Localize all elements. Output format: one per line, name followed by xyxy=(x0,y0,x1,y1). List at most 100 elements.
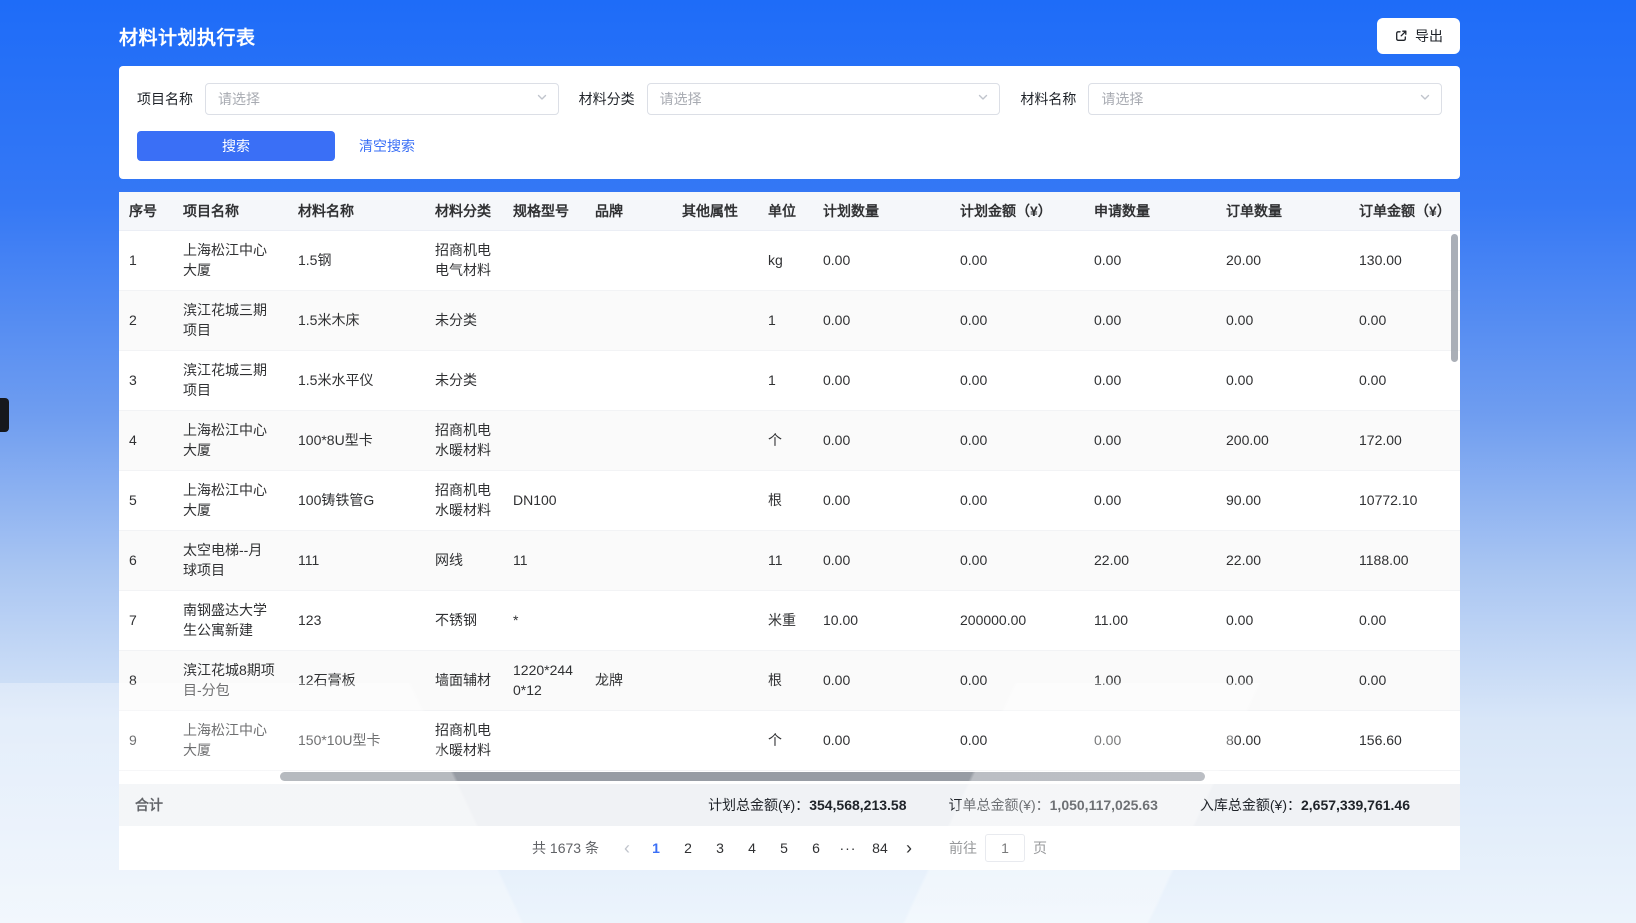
column-header: 订单数量 xyxy=(1216,192,1349,230)
page-button-84[interactable]: 84 xyxy=(865,833,895,863)
table-cell: 墙面辅材 xyxy=(425,650,503,710)
table-cell: 0.00 xyxy=(950,350,1084,410)
table-cell: 1.5米木床 xyxy=(288,290,425,350)
table-cell: 0.00 xyxy=(1084,410,1216,470)
pager-prev-button[interactable]: ‹ xyxy=(613,833,641,863)
material-name-placeholder: 请选择 xyxy=(1101,89,1143,109)
table-cell: 招商机电水暖材料 xyxy=(425,710,503,770)
table-row[interactable]: 7南钢盛达大学生公寓新建123不锈钢*米重10.00200000.0011.00… xyxy=(119,590,1460,650)
page-button-1[interactable]: 1 xyxy=(641,833,671,863)
table-cell: 90.00 xyxy=(1216,470,1349,530)
table-cell: 0.00 xyxy=(813,230,950,290)
table-cell xyxy=(585,230,672,290)
pager-more[interactable]: ··· xyxy=(833,833,863,863)
table-cell: 0.00 xyxy=(950,410,1084,470)
table-row[interactable]: 2滨江花城三期项目1.5米木床未分类10.000.000.000.000.00 xyxy=(119,290,1460,350)
table-cell: 22.00 xyxy=(1216,530,1349,590)
table-cell: 上海松江中心大厦 xyxy=(173,230,288,290)
pager-pages: 123456···84 xyxy=(641,833,895,863)
table-cell: 根 xyxy=(758,470,813,530)
data-table-card: 序号项目名称材料名称材料分类规格型号品牌其他属性单位计划数量计划金额（¥）申请数… xyxy=(119,192,1460,784)
table-cell: 0.00 xyxy=(1084,470,1216,530)
material-category-select[interactable]: 请选择 xyxy=(647,83,1001,115)
table-cell: 0.00 xyxy=(813,410,950,470)
summary-total-label: 合计 xyxy=(135,795,163,815)
table-row[interactable]: 8滨江花城8期项目-分包12石膏板墙面辅材1220*2440*12龙牌根0.00… xyxy=(119,650,1460,710)
pager-next-button[interactable]: › xyxy=(895,833,923,863)
table-cell: 1188.00 xyxy=(1349,530,1460,590)
table-cell xyxy=(672,230,758,290)
material-name-select[interactable]: 请选择 xyxy=(1088,83,1442,115)
table-cell xyxy=(503,290,585,350)
order-total-amount: 订单总金额(¥)： 1,050,117,025.63 xyxy=(949,795,1158,815)
search-button[interactable]: 搜索 xyxy=(137,131,335,161)
material-category-label: 材料分类 xyxy=(579,89,635,109)
vertical-scrollbar-thumb[interactable] xyxy=(1451,234,1458,362)
sidebar-collapse-handle[interactable] xyxy=(0,398,9,432)
planned-total-amount: 计划总金额(¥)： 354,568,213.58 xyxy=(708,795,906,815)
page-button-6[interactable]: 6 xyxy=(801,833,831,863)
page-button-3[interactable]: 3 xyxy=(705,833,735,863)
table-cell xyxy=(585,290,672,350)
column-header: 订单金额（¥） xyxy=(1349,192,1460,230)
table-cell: 网线 xyxy=(425,530,503,590)
table-cell: 上海松江中心大厦 xyxy=(173,470,288,530)
table-cell xyxy=(585,530,672,590)
filter-group-project: 项目名称 请选择 xyxy=(137,83,559,115)
material-name-label: 材料名称 xyxy=(1020,89,1076,109)
horizontal-scrollbar[interactable] xyxy=(119,772,1460,781)
table-cell: 7 xyxy=(119,590,173,650)
inbound-total-value: 2,657,339,761.46 xyxy=(1301,797,1410,813)
table-row[interactable]: 9上海松江中心大厦150*10U型卡招商机电水暖材料个0.000.000.008… xyxy=(119,710,1460,770)
table-cell: kg xyxy=(758,230,813,290)
table-cell: 滨江花城三期项目 xyxy=(173,350,288,410)
page-button-2[interactable]: 2 xyxy=(673,833,703,863)
table-cell xyxy=(672,530,758,590)
table-cell xyxy=(672,590,758,650)
table-cell xyxy=(585,590,672,650)
table-cell: 0.00 xyxy=(1349,290,1460,350)
table-cell: 111 xyxy=(288,530,425,590)
clear-search-link[interactable]: 清空搜索 xyxy=(359,136,415,156)
table-cell: 个 xyxy=(758,410,813,470)
table-cell xyxy=(672,650,758,710)
project-name-select[interactable]: 请选择 xyxy=(205,83,559,115)
table-cell: 0.00 xyxy=(950,650,1084,710)
table-cell: 12石膏板 xyxy=(288,650,425,710)
table-cell: 招商机电电气材料 xyxy=(425,230,503,290)
table-cell: 0.00 xyxy=(1084,710,1216,770)
horizontal-scrollbar-thumb[interactable] xyxy=(280,772,1205,781)
table-cell xyxy=(672,470,758,530)
inbound-total-label: 入库总金额(¥)： xyxy=(1200,795,1301,815)
table-cell: 0.00 xyxy=(813,290,950,350)
table-row[interactable]: 6太空电梯--月球项目111网线11110.000.0022.0022.0011… xyxy=(119,530,1460,590)
table-cell: 4 xyxy=(119,410,173,470)
order-total-label: 订单总金额(¥)： xyxy=(949,795,1050,815)
table-cell: 0.00 xyxy=(813,530,950,590)
project-name-placeholder: 请选择 xyxy=(218,89,260,109)
order-total-value: 1,050,117,025.63 xyxy=(1050,797,1158,813)
table-cell: 根 xyxy=(758,650,813,710)
table-cell: 0.00 xyxy=(950,470,1084,530)
table-cell: 5 xyxy=(119,470,173,530)
column-header: 序号 xyxy=(119,192,173,230)
table-cell: 10772.10 xyxy=(1349,470,1460,530)
table-cell xyxy=(672,710,758,770)
table-cell: 个 xyxy=(758,710,813,770)
goto-page-input[interactable] xyxy=(985,834,1025,862)
filter-actions: 搜索 清空搜索 xyxy=(137,131,1442,161)
table-row[interactable]: 1上海松江中心大厦1.5钢招商机电电气材料kg0.000.000.0020.00… xyxy=(119,230,1460,290)
page-button-5[interactable]: 5 xyxy=(769,833,799,863)
table-cell: 8 xyxy=(119,650,173,710)
page-header: 材料计划执行表 导出 xyxy=(0,0,1636,56)
inbound-total-amount: 入库总金额(¥)： 2,657,339,761.46 xyxy=(1200,795,1410,815)
table-row[interactable]: 3滨江花城三期项目1.5米水平仪未分类10.000.000.000.000.00 xyxy=(119,350,1460,410)
table-cell: 6 xyxy=(119,530,173,590)
column-header: 申请数量 xyxy=(1084,192,1216,230)
material-category-placeholder: 请选择 xyxy=(660,89,702,109)
table-row[interactable]: 4上海松江中心大厦100*8U型卡招商机电水暖材料个0.000.000.0020… xyxy=(119,410,1460,470)
page-button-4[interactable]: 4 xyxy=(737,833,767,863)
table-row[interactable]: 5上海松江中心大厦100铸铁管G招商机电水暖材料DN100根0.000.000.… xyxy=(119,470,1460,530)
export-button[interactable]: 导出 xyxy=(1377,18,1460,54)
column-header: 材料分类 xyxy=(425,192,503,230)
